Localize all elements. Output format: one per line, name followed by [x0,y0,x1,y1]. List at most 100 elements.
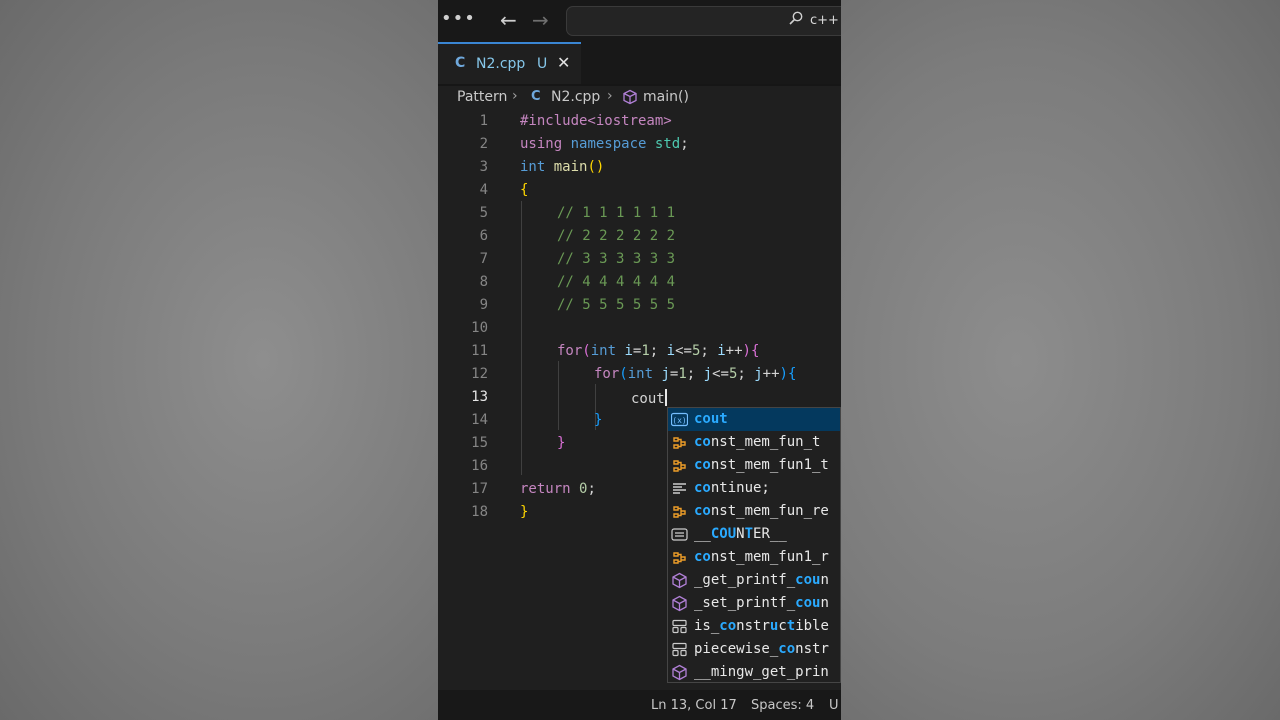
suggestion-item[interactable]: const_mem_fun_t [668,431,840,454]
method-icon [671,572,688,589]
tab-untracked-badge: U [537,56,548,72]
suggestion-label: const_mem_fun1_t [694,457,829,473]
line-number: 12 [471,366,488,382]
code-text: { [520,182,529,198]
suggestion-widget[interactable]: (x) cout const_mem_fun_t const_mem_fun1_tco… [667,407,841,683]
vscode-window: ••• ← → c++ C N2.cpp U ✕ Pattern › C N2.… [438,0,841,720]
code-token: 1 [678,366,687,382]
code-token: int [520,159,546,175]
encoding-setting[interactable]: U [829,698,839,713]
suggestion-item[interactable]: is_constructible [668,615,840,638]
line-number: 15 [471,435,488,451]
line-number: 6 [479,228,488,244]
class-icon [671,434,688,451]
breadcrumb-file[interactable]: N2.cpp [551,89,600,105]
line-number: 9 [479,297,488,313]
code-line: 9 // 5 5 5 5 5 5 [438,294,841,317]
search-text: c++ [810,13,839,28]
code-token: ) [779,366,788,382]
suggestion-item[interactable]: __COUNTER__ [668,523,840,546]
line-number: 4 [479,182,488,198]
suggestion-item[interactable]: _get_printf_coun [668,569,840,592]
suggestion-item[interactable]: const_mem_fun_re [668,500,840,523]
status-bar: Ln 13, Col 17 Spaces: 4 U [438,690,841,720]
text-cursor [664,389,667,406]
arrow-right-icon[interactable]: → [532,8,549,32]
code-comment: // 4 4 4 4 4 4 [557,274,676,290]
close-icon[interactable]: ✕ [557,53,570,72]
code-line: 3 int main() [438,156,841,179]
suggestion-item[interactable]: (x) cout [668,408,840,431]
tab-filename: N2.cpp [476,56,526,72]
code-token: j [754,366,763,382]
ellipsis-icon[interactable]: ••• [441,8,476,29]
suggestion-label: const_mem_fun_t [694,434,821,450]
svg-text:(x): (x) [672,416,686,425]
code-token: ( [582,343,591,359]
code-token: for [594,366,620,382]
suggestion-item[interactable]: const_mem_fun1_r [668,546,840,569]
suggestion-label: continue; [694,480,770,496]
arrow-left-icon[interactable]: ← [500,8,517,32]
suggestion-item[interactable]: piecewise_constr [668,638,840,661]
code-comment: // 3 3 3 3 3 3 [557,251,676,267]
code-token: ) [742,343,751,359]
code-token: i [666,343,676,359]
variable-icon: (x) [670,411,689,428]
code-token: () [587,159,605,175]
code-comment: // 2 2 2 2 2 2 [557,228,676,244]
line-number: 8 [479,274,488,290]
video-background-left [0,0,438,720]
suggestion-item[interactable]: _set_printf_coun [668,592,840,615]
code-token: cout [631,391,665,407]
code-line: 8 // 4 4 4 4 4 4 [438,271,841,294]
breadcrumb-folder[interactable]: Pattern [457,89,507,105]
code-line: 11 for(int i=1; i<=5; i++){ [438,340,841,363]
code-comment: // 1 1 1 1 1 1 [557,205,676,221]
struct-icon [671,641,688,658]
snippet-icon [671,480,688,497]
indentation-setting[interactable]: Spaces: 4 [751,698,814,713]
code-token: j [661,366,670,382]
suggestion-label: __mingw_get_prin [694,664,829,680]
code-token: ; [700,343,718,359]
code-line: 5 // 1 1 1 1 1 1 [438,202,841,225]
code-line: 2 using namespace std; [438,133,841,156]
code-token: int [590,343,617,359]
breadcrumb: Pattern › C N2.cpp › main() [438,86,841,110]
cursor-position[interactable]: Ln 13, Col 17 [651,698,737,713]
breadcrumb-symbol[interactable]: main() [643,89,689,105]
line-number: 16 [471,458,488,474]
cpp-file-icon: C [455,55,466,71]
code-token: <= [675,343,692,359]
suggestion-label: piecewise_constr [694,641,829,657]
line-number: 11 [471,343,488,359]
code-token: } [520,504,529,520]
suggestion-label: const_mem_fun1_r [694,549,829,565]
code-token: namespace [570,136,647,152]
command-center-search[interactable]: c++ [566,6,841,36]
line-number: 13 [471,389,488,405]
line-number: 10 [471,320,488,336]
code-token: ; [680,136,689,152]
suggestion-label: cout [694,411,728,427]
code-text: #include<iostream> [520,113,672,129]
line-number: 1 [479,113,488,129]
method-cube-icon [623,89,637,105]
code-token: ++ [725,343,743,359]
code-token: i [717,343,726,359]
suggestion-item[interactable]: __mingw_get_prin [668,661,840,682]
code-token: } [557,435,566,451]
tab-n2-cpp[interactable]: C N2.cpp U ✕ [438,42,581,84]
line-number: 7 [479,251,488,267]
chevron-right-icon: › [512,88,518,104]
code-token: i [624,343,633,359]
code-token: } [594,412,603,428]
code-token: return [520,481,571,497]
suggestion-item[interactable]: continue; [668,477,840,500]
method-icon [671,664,688,681]
line-number: 17 [471,481,488,497]
code-comment: // 5 5 5 5 5 5 [557,297,676,313]
suggestion-item[interactable]: const_mem_fun1_t [668,454,840,477]
code-line-active: 13 cout [438,386,841,409]
